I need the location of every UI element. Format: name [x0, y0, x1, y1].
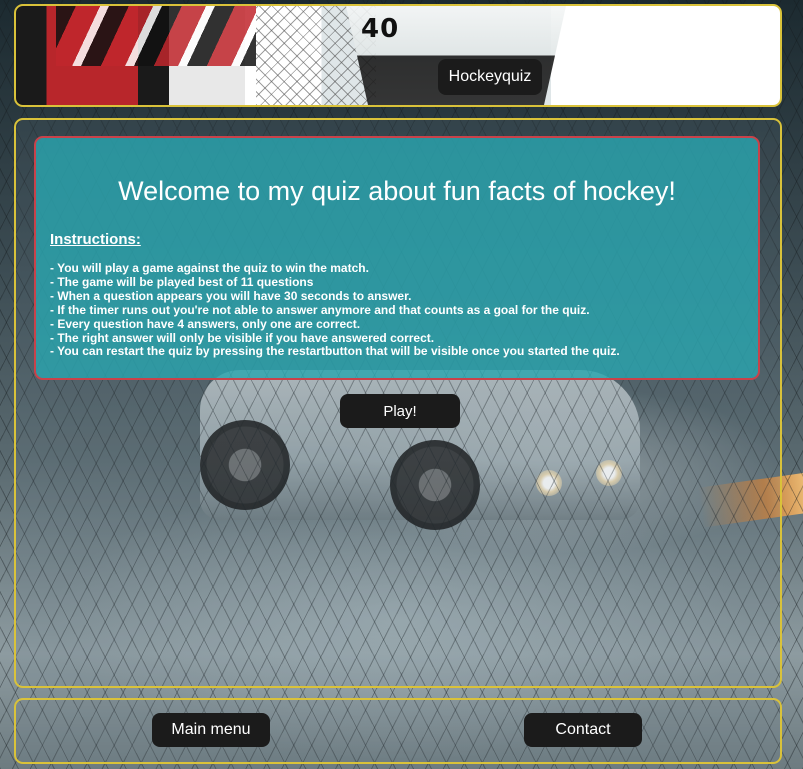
rule-item: - The game will be played best of 11 que… — [50, 274, 314, 289]
welcome-card: Welcome to my quiz about fun facts of ho… — [34, 136, 760, 380]
site-header: 40 Hockeyquiz — [14, 4, 782, 107]
rule-item: - The right answer will only be visible … — [50, 330, 435, 345]
page-title: Welcome to my quiz about fun facts of ho… — [118, 176, 676, 206]
main-menu-button[interactable]: Main menu — [152, 713, 270, 747]
rules-list: - You will play a game against the quiz … — [50, 261, 620, 359]
brand-logo-label[interactable]: Hockeyquiz — [438, 59, 542, 95]
rule-item: - When a question appears you will have … — [50, 288, 412, 303]
instructions-heading: Instructions: — [50, 231, 141, 248]
contact-button[interactable]: Contact — [524, 713, 642, 747]
rule-item: - You can restart the quiz by pressing t… — [50, 344, 620, 359]
rule-item: - You will play a game against the quiz … — [50, 261, 369, 275]
rule-item: - Every question have 4 answers, only on… — [50, 316, 361, 331]
play-button[interactable]: Play! — [340, 394, 460, 428]
jersey-number: 40 — [361, 14, 400, 44]
main-panel: Welcome to my quiz about fun facts of ho… — [14, 118, 782, 688]
header-player-image — [56, 6, 256, 66]
rule-item: - If the timer runs out you're not able … — [50, 302, 590, 317]
site-footer: Main menu Contact — [14, 698, 782, 764]
